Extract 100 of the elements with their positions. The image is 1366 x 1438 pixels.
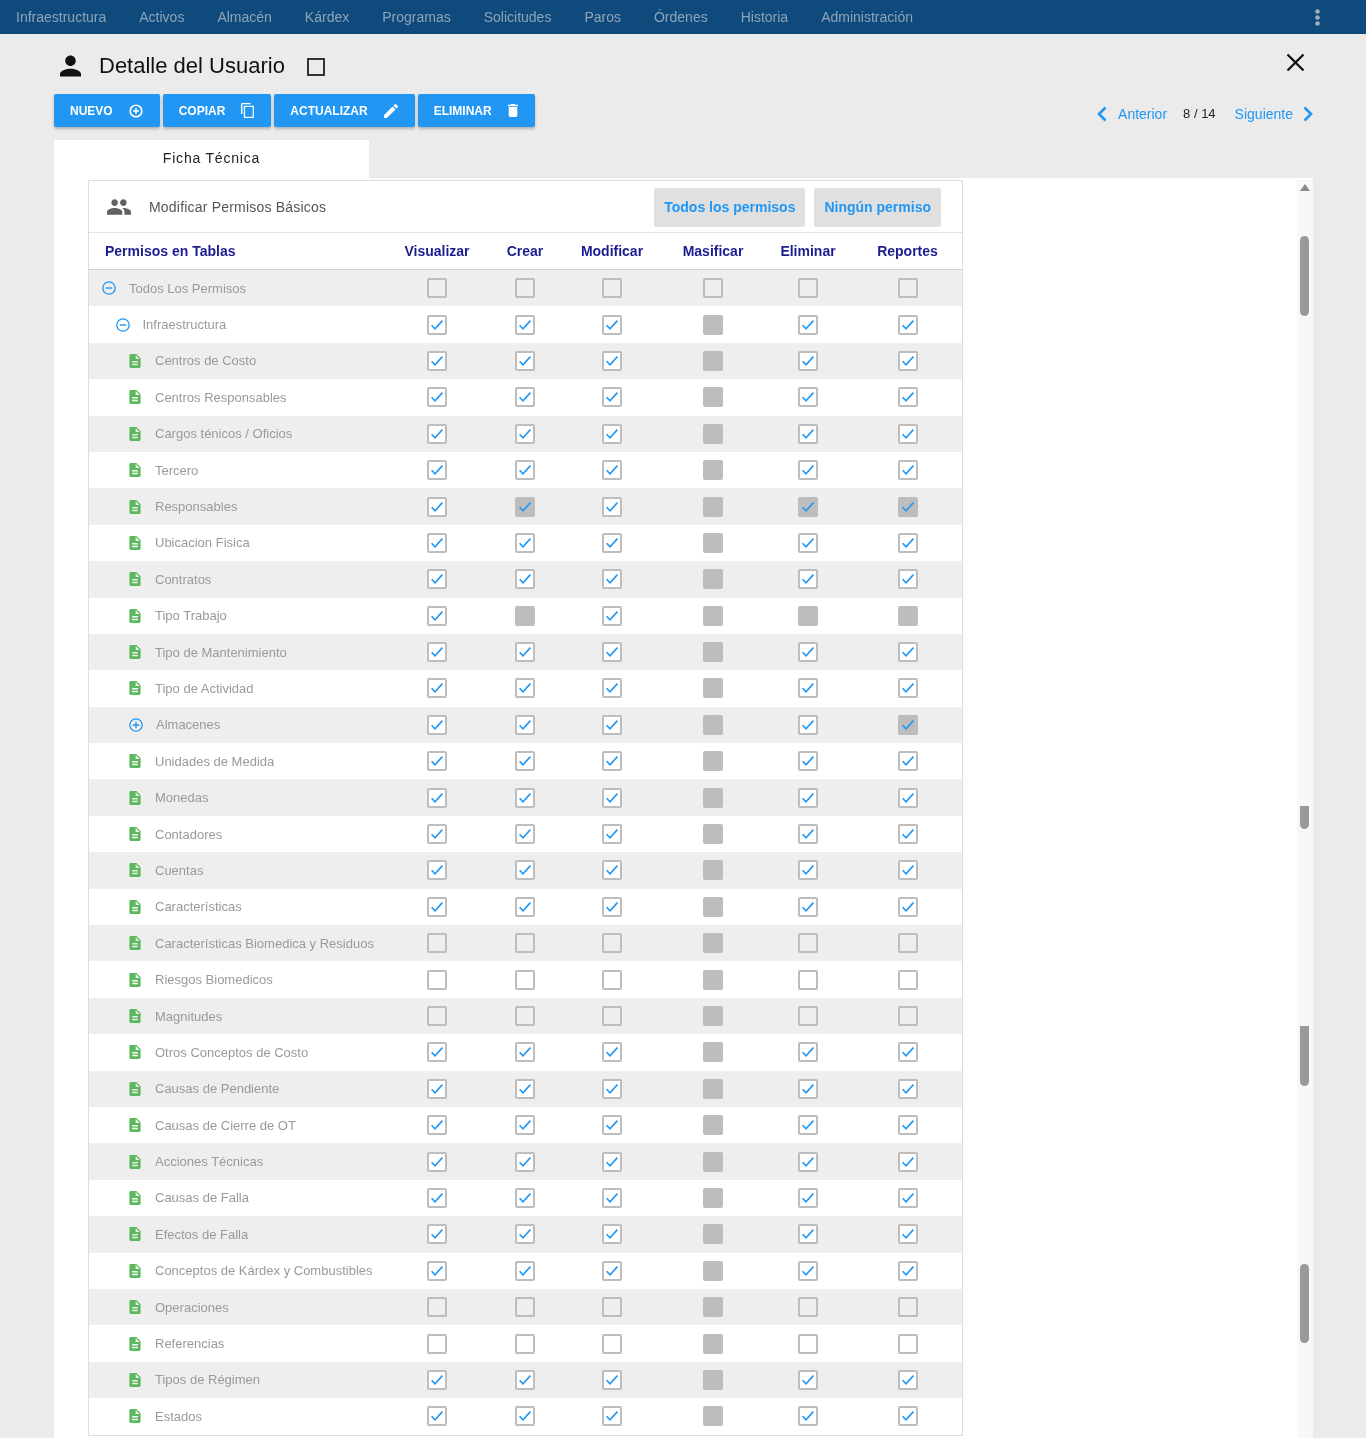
permission-checkbox[interactable]: [897, 787, 918, 808]
permission-checkbox[interactable]: [602, 969, 622, 990]
permission-checkbox[interactable]: [897, 569, 918, 590]
permission-checkbox[interactable]: [897, 1042, 918, 1063]
nav-menu-item[interactable]: Programas: [382, 9, 451, 25]
permission-checkbox[interactable]: [897, 350, 918, 371]
delete-button[interactable]: ELIMINAR: [417, 94, 535, 127]
permission-checkbox[interactable]: [602, 896, 622, 917]
permission-checkbox[interactable]: [602, 314, 622, 335]
permission-checkbox[interactable]: [703, 278, 723, 299]
next-link[interactable]: Siguiente: [1234, 105, 1313, 122]
permission-checkbox[interactable]: [515, 969, 535, 990]
permission-checkbox[interactable]: [515, 1260, 535, 1281]
permission-checkbox[interactable]: [798, 824, 818, 845]
permission-checkbox[interactable]: [798, 1042, 818, 1063]
permission-checkbox[interactable]: [602, 714, 622, 735]
permission-checkbox[interactable]: [897, 896, 918, 917]
permission-checkbox[interactable]: [427, 824, 447, 845]
permission-checkbox[interactable]: [602, 860, 622, 881]
permission-checkbox[interactable]: [897, 642, 918, 663]
scrollbar-thumb[interactable]: [1300, 1026, 1309, 1086]
permission-checkbox[interactable]: [897, 387, 918, 408]
permission-checkbox[interactable]: [602, 1042, 622, 1063]
permission-checkbox[interactable]: [798, 1224, 818, 1245]
title-checkbox[interactable]: [306, 58, 325, 76]
permission-checkbox[interactable]: [602, 1369, 622, 1390]
permission-checkbox[interactable]: [602, 423, 622, 444]
permission-checkbox[interactable]: [798, 714, 818, 735]
permission-checkbox[interactable]: [602, 1297, 622, 1318]
permission-checkbox[interactable]: [897, 1406, 918, 1427]
permission-checkbox[interactable]: [427, 714, 447, 735]
permission-checkbox[interactable]: [427, 1006, 447, 1026]
permission-checkbox[interactable]: [515, 1297, 535, 1318]
permission-checkbox[interactable]: [515, 678, 535, 699]
permission-checkbox[interactable]: [897, 1187, 918, 1208]
permission-checkbox[interactable]: [515, 1224, 535, 1245]
permission-checkbox[interactable]: [897, 1224, 918, 1245]
permission-checkbox[interactable]: [515, 387, 535, 408]
permission-checkbox[interactable]: [897, 1333, 918, 1354]
permission-checkbox[interactable]: [427, 387, 447, 408]
permission-checkbox[interactable]: [427, 1297, 447, 1318]
permission-checkbox[interactable]: [798, 1297, 818, 1318]
permission-checkbox[interactable]: [798, 933, 818, 954]
permission-checkbox[interactable]: [897, 751, 918, 772]
permission-checkbox[interactable]: [897, 678, 918, 699]
copy-button[interactable]: COPIAR: [162, 94, 272, 127]
permission-checkbox[interactable]: [427, 350, 447, 371]
permission-checkbox[interactable]: [427, 787, 447, 808]
permission-checkbox[interactable]: [515, 569, 535, 590]
permission-checkbox[interactable]: [897, 314, 918, 335]
permission-checkbox[interactable]: [798, 642, 818, 663]
permission-checkbox[interactable]: [515, 1406, 535, 1427]
permission-checkbox[interactable]: [427, 1406, 447, 1427]
permission-checkbox[interactable]: [515, 787, 535, 808]
permission-checkbox[interactable]: [602, 1406, 622, 1427]
permission-checkbox[interactable]: [897, 824, 918, 845]
permission-checkbox[interactable]: [798, 1333, 818, 1354]
permission-checkbox[interactable]: [427, 1042, 447, 1063]
permission-checkbox[interactable]: [602, 1260, 622, 1281]
permission-checkbox[interactable]: [798, 569, 818, 590]
permission-checkbox[interactable]: [602, 350, 622, 371]
minus-circle-icon[interactable]: [115, 317, 130, 332]
permission-checkbox[interactable]: [897, 1260, 918, 1281]
permission-checkbox[interactable]: [602, 569, 622, 590]
permission-checkbox[interactable]: [515, 1187, 535, 1208]
permission-checkbox[interactable]: [897, 423, 918, 444]
permission-checkbox[interactable]: [427, 860, 447, 881]
permission-checkbox[interactable]: [515, 933, 535, 954]
permission-checkbox[interactable]: [427, 569, 447, 590]
permission-checkbox[interactable]: [602, 278, 622, 299]
permission-checkbox[interactable]: [798, 1406, 818, 1427]
permission-checkbox[interactable]: [427, 1115, 447, 1136]
permission-checkbox[interactable]: [602, 1078, 622, 1099]
permission-checkbox[interactable]: [798, 1187, 818, 1208]
permission-checkbox[interactable]: [897, 1297, 918, 1318]
permission-checkbox[interactable]: [515, 1333, 535, 1354]
action-button[interactable]: Todos los permisos: [654, 187, 806, 227]
permission-checkbox[interactable]: [897, 1078, 918, 1099]
permission-checkbox[interactable]: [897, 460, 918, 481]
scrollbar-thumb[interactable]: [1300, 236, 1309, 316]
permission-checkbox[interactable]: [602, 1006, 622, 1026]
permission-checkbox[interactable]: [515, 350, 535, 371]
permission-checkbox[interactable]: [602, 387, 622, 408]
permission-checkbox[interactable]: [798, 350, 818, 371]
permission-checkbox[interactable]: [602, 605, 622, 626]
scroll-up-icon[interactable]: [1300, 184, 1310, 191]
nav-menu-item[interactable]: Almacén: [217, 9, 272, 25]
nav-menu-item[interactable]: Activos: [139, 9, 185, 25]
permission-checkbox[interactable]: [798, 278, 818, 299]
permission-checkbox[interactable]: [897, 860, 918, 881]
update-button[interactable]: ACTUALIZAR: [274, 94, 415, 127]
permission-checkbox[interactable]: [602, 787, 622, 808]
permission-checkbox[interactable]: [427, 1187, 447, 1208]
permission-checkbox[interactable]: [897, 1151, 918, 1172]
permission-checkbox[interactable]: [798, 387, 818, 408]
permission-checkbox[interactable]: [602, 1115, 622, 1136]
permission-checkbox[interactable]: [798, 1006, 818, 1026]
permission-checkbox[interactable]: [515, 860, 535, 881]
permission-checkbox[interactable]: [602, 642, 622, 663]
permission-checkbox[interactable]: [798, 969, 818, 990]
